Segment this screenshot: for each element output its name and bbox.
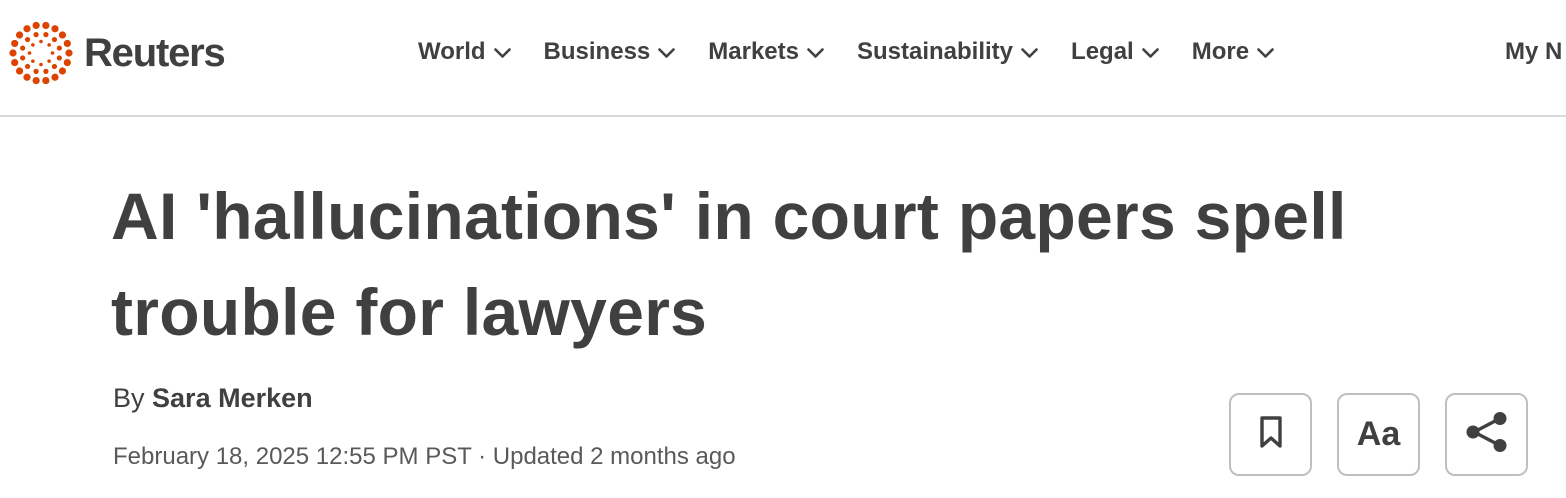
reuters-logo[interactable]: Reuters: [8, 20, 226, 86]
logo-dot: [47, 43, 51, 47]
nav-item-markets[interactable]: Markets: [708, 36, 824, 68]
logo-dot: [56, 45, 62, 51]
logo-dot: [51, 36, 58, 43]
nav-item-legal[interactable]: Legal: [1071, 36, 1159, 68]
logo-dot: [65, 49, 73, 57]
bookmark-icon: [1259, 415, 1283, 454]
nav-item-business[interactable]: Business: [544, 36, 676, 68]
nav-item-sustainability[interactable]: Sustainability: [857, 36, 1038, 68]
chevron-down-icon: [807, 36, 824, 68]
logo-dot: [32, 76, 40, 85]
nav-item-more[interactable]: More: [1192, 36, 1274, 68]
text-size-button[interactable]: Aa: [1337, 393, 1420, 476]
article-actions: Aa: [1229, 393, 1528, 476]
bookmark-button[interactable]: [1229, 393, 1312, 476]
logo-dot: [31, 43, 35, 47]
logo-dot: [11, 58, 19, 67]
logo-dot: [33, 68, 39, 74]
share-button[interactable]: [1445, 393, 1528, 476]
nav-item-label: World: [418, 38, 486, 65]
logo-dot: [11, 39, 19, 48]
logo-dot: [31, 59, 35, 63]
author-link[interactable]: Sara Merken: [152, 383, 313, 413]
logo-dot: [58, 67, 67, 75]
nav-item-label: Legal: [1071, 38, 1134, 65]
logo-dot: [51, 25, 59, 33]
logo-dot: [15, 67, 24, 75]
site-header: Reuters World Business Markets Sustainab…: [0, 0, 1566, 117]
logo-dot: [43, 32, 49, 38]
nav-item-label: More: [1191, 38, 1250, 65]
logo-dot: [33, 32, 39, 38]
logo-dot: [15, 31, 24, 39]
logo-dot: [50, 51, 55, 55]
nav-item-world[interactable]: World: [418, 36, 511, 68]
nav-item-label: Markets: [708, 38, 799, 65]
chevron-down-icon: [1021, 36, 1038, 68]
my-news-link[interactable]: My N: [1505, 36, 1562, 68]
chevron-down-icon: [658, 36, 676, 68]
chevron-down-icon: [1141, 36, 1159, 68]
logo-dot: [23, 25, 31, 33]
logo-dot: [20, 55, 26, 61]
logo-dot: [23, 73, 31, 81]
logo-dot: [51, 73, 59, 81]
logo-dot: [32, 21, 40, 30]
byline-prefix: By: [113, 383, 145, 413]
logo-dot: [42, 76, 50, 85]
nav-item-label: Business: [543, 38, 651, 65]
logo-wordmark: Reuters: [84, 31, 226, 75]
nav-item-label: Sustainability: [856, 38, 1014, 65]
article-headline: AI 'hallucinations' in court papers spel…: [111, 179, 1347, 349]
logo-dot: [63, 39, 71, 48]
chevron-down-icon: [1257, 36, 1274, 68]
logo-dot: [58, 31, 67, 39]
reuters-logo-icon: [9, 21, 73, 85]
logo-dot: [24, 63, 31, 70]
logo-dot: [56, 55, 62, 61]
logo-dot: [63, 58, 71, 67]
chevron-down-icon: [493, 36, 511, 68]
logo-dot: [24, 36, 31, 43]
article-dateline: February 18, 2025 12:55 PM PST · Updated…: [113, 443, 736, 470]
text-size-label: Aa: [1356, 415, 1401, 453]
logo-dot: [43, 68, 49, 74]
logo-dot: [51, 63, 58, 70]
logo-dot: [27, 51, 32, 55]
byline: By Sara Merken: [113, 380, 313, 416]
logo-dot: [47, 59, 51, 63]
logo-dot: [39, 62, 43, 67]
logo-dot: [42, 21, 50, 30]
logo-dot: [20, 45, 26, 51]
share-icon: [1464, 411, 1510, 458]
logo-dot: [39, 39, 43, 44]
logo-dot: [9, 49, 17, 57]
main-nav: World Business Markets Sustainability Le…: [418, 36, 1307, 68]
